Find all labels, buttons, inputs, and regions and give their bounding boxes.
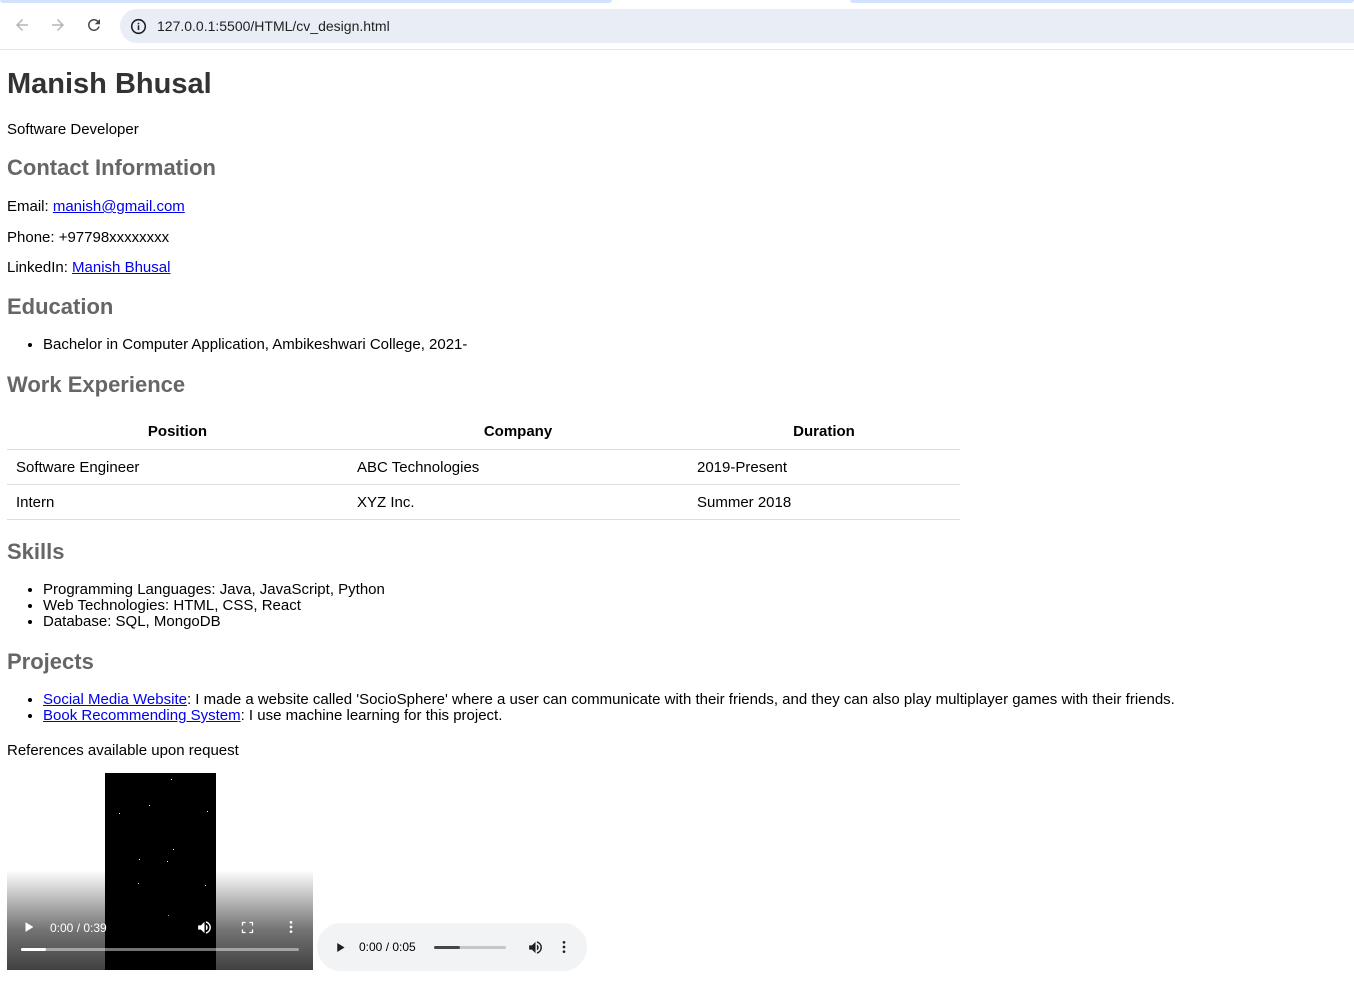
- skill-item: Programming Languages: Java, JavaScript,…: [43, 582, 385, 598]
- video-time: 0:00 / 0:39: [50, 921, 107, 935]
- skill-item: Database: SQL, MongoDB: [43, 614, 385, 630]
- info-icon: [130, 18, 146, 34]
- video-fullscreen-button[interactable]: [238, 918, 256, 936]
- url-text[interactable]: 127.0.0.1:5500/HTML/cv_design.html: [157, 18, 390, 34]
- video-player[interactable]: 0:00 / 0:39: [7, 773, 313, 970]
- contact-heading: Contact Information: [7, 155, 216, 180]
- references-note: References available upon request: [7, 742, 239, 759]
- email-label: Email:: [7, 198, 53, 215]
- email-line: Email: manish@gmail.com: [7, 198, 185, 215]
- cv-name: Manish Bhusal: [7, 68, 212, 100]
- skill-item: Web Technologies: HTML, CSS, React: [43, 598, 385, 614]
- projects-list: Social Media Website: I made a website c…: [0, 692, 1175, 724]
- column-header-company: Company: [348, 414, 688, 450]
- skills-heading: Skills: [7, 539, 65, 564]
- video-progress-bar[interactable]: [21, 948, 299, 951]
- table-cell-position: Intern: [7, 484, 348, 520]
- browser-toolbar: 127.0.0.1:5500/HTML/cv_design.html: [0, 3, 1354, 50]
- linkedin-link[interactable]: Manish Bhusal: [72, 259, 170, 276]
- education-heading: Education: [7, 294, 114, 319]
- audio-mute-button[interactable]: [526, 938, 544, 956]
- project-description: : I made a website called 'SocioSphere' …: [186, 691, 1175, 708]
- project-link-book-recommender[interactable]: Book Recommending System: [43, 707, 241, 724]
- cv-title: Software Developer: [7, 121, 139, 138]
- table-row: Intern XYZ Inc. Summer 2018: [7, 484, 960, 520]
- audio-play-button[interactable]: [332, 939, 348, 955]
- table-row: Software Engineer ABC Technologies 2019-…: [7, 449, 960, 485]
- volume-icon: [528, 940, 542, 954]
- audio-progress-fill: [434, 946, 460, 949]
- arrow-right-icon: [52, 19, 64, 31]
- column-header-position: Position: [7, 414, 348, 450]
- skills-list: Programming Languages: Java, JavaScript,…: [0, 582, 385, 630]
- more-vert-icon: [289, 921, 293, 933]
- video-controls-overlay: [7, 870, 313, 970]
- table-header-row: Position Company Duration: [7, 414, 960, 450]
- table-cell-company: XYZ Inc.: [348, 484, 688, 520]
- table-cell-duration: 2019-Present: [688, 449, 960, 485]
- video-progress-fill: [21, 948, 47, 951]
- arrow-left-icon: [16, 19, 28, 31]
- column-header-duration: Duration: [688, 414, 960, 450]
- video-play-button[interactable]: [21, 919, 37, 935]
- project-link-social-media[interactable]: Social Media Website: [43, 691, 187, 708]
- audio-progress-bar[interactable]: [434, 946, 506, 949]
- table-cell-company: ABC Technologies: [348, 449, 688, 485]
- fullscreen-icon: [241, 921, 253, 933]
- address-bar[interactable]: 127.0.0.1:5500/HTML/cv_design.html: [120, 9, 1354, 43]
- audio-player[interactable]: 0:00 / 0:05: [317, 923, 587, 971]
- back-button[interactable]: [8, 11, 36, 39]
- project-item: Social Media Website: I made a website c…: [43, 692, 1175, 708]
- audio-time: 0:00 / 0:05: [359, 940, 416, 954]
- project-item: Book Recommending System: I use machine …: [43, 708, 1175, 724]
- phone-line: Phone: +97798xxxxxxxx: [7, 229, 170, 246]
- video-mute-button[interactable]: [195, 918, 213, 936]
- table-cell-duration: Summer 2018: [688, 484, 960, 520]
- table-cell-position: Software Engineer: [7, 449, 348, 485]
- more-vert-icon: [562, 941, 566, 953]
- education-item: Bachelor in Computer Application, Ambike…: [43, 337, 467, 353]
- linkedin-line: LinkedIn: Manish Bhusal: [7, 259, 170, 276]
- project-description: : I use machine learning for this projec…: [240, 707, 503, 724]
- audio-more-button[interactable]: [555, 938, 573, 956]
- work-table: Position Company Duration Software Engin…: [7, 414, 960, 520]
- education-list: Bachelor in Computer Application, Ambike…: [0, 337, 467, 353]
- linkedin-label: LinkedIn:: [7, 259, 73, 276]
- reload-icon: [87, 18, 100, 31]
- reload-button[interactable]: [80, 11, 108, 39]
- video-more-button[interactable]: [282, 918, 300, 936]
- site-info-button[interactable]: [129, 17, 147, 35]
- projects-heading: Projects: [7, 649, 94, 674]
- volume-icon: [197, 920, 211, 934]
- forward-button[interactable]: [44, 11, 72, 39]
- play-icon: [25, 922, 34, 932]
- page-content: Manish Bhusal Software Developer Contact…: [0, 50, 1354, 999]
- email-link[interactable]: manish@gmail.com: [53, 198, 185, 215]
- work-heading: Work Experience: [7, 372, 186, 397]
- play-icon: [336, 942, 345, 952]
